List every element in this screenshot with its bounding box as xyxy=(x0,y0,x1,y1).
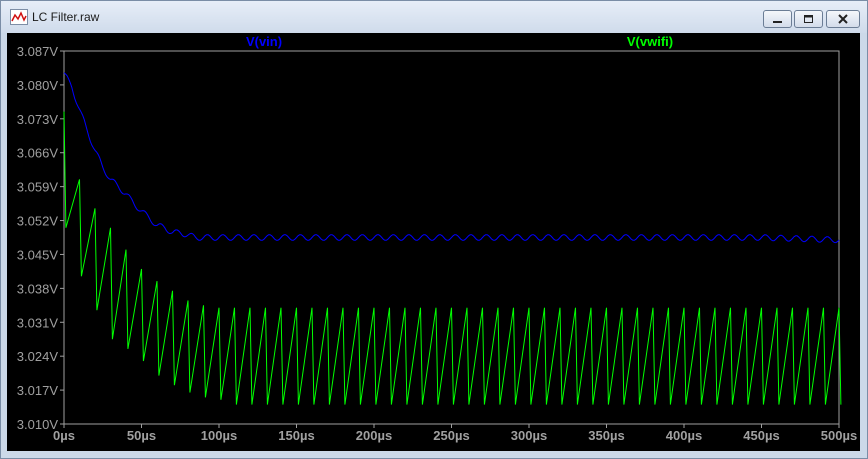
x-tick-label: 400µs xyxy=(666,428,702,443)
y-tick-label: 3.073V xyxy=(17,112,59,127)
trace-label-vin: V(vin) xyxy=(246,34,282,49)
x-tick-label: 0µs xyxy=(53,428,75,443)
app-window: LC Filter.raw 3.087V 3.080V 3.073V 3.066V 3.… xyxy=(0,0,868,459)
plot-pane[interactable]: 3.087V 3.080V 3.073V 3.066V 3.059V 3.052V 3.04… xyxy=(7,33,860,451)
y-tick-label: 3.024V xyxy=(17,349,59,364)
x-tick-label: 500µs xyxy=(821,428,857,443)
y-tick-label: 3.059V xyxy=(17,180,59,195)
y-tick-label: 3.017V xyxy=(17,383,59,398)
y-tick-label: 3.066V xyxy=(17,146,59,161)
x-tick-label: 350µs xyxy=(588,428,624,443)
maximize-button[interactable] xyxy=(794,10,823,28)
y-tick-label: 3.031V xyxy=(17,315,59,330)
trace-label-vwifi: V(vwifi) xyxy=(627,34,673,49)
x-tick-label: 200µs xyxy=(356,428,392,443)
y-tick-label: 3.087V xyxy=(17,44,59,59)
series-vwifi-line xyxy=(63,111,842,405)
x-tick-label: 150µs xyxy=(278,428,314,443)
series-vin-line xyxy=(63,72,840,244)
y-tick-label: 3.080V xyxy=(17,78,59,93)
y-tick-label: 3.052V xyxy=(17,214,59,229)
title-bar[interactable]: LC Filter.raw xyxy=(1,1,867,33)
maximize-icon xyxy=(804,15,813,23)
x-tick-label: 450µs xyxy=(743,428,779,443)
minimize-button[interactable] xyxy=(763,10,792,28)
close-button[interactable] xyxy=(826,10,860,28)
window-title: LC Filter.raw xyxy=(32,10,100,24)
y-tick-label: 3.045V xyxy=(17,247,59,262)
y-tick-label: 3.038V xyxy=(17,281,59,296)
x-tick-label: 300µs xyxy=(511,428,547,443)
x-tick-label: 50µs xyxy=(127,428,156,443)
waveform-icon xyxy=(10,9,28,25)
x-tick-label: 250µs xyxy=(433,428,469,443)
minimize-icon xyxy=(773,21,782,23)
waveform-plot[interactable]: 3.087V 3.080V 3.073V 3.066V 3.059V 3.052V 3.04… xyxy=(7,33,860,451)
x-tick-label: 100µs xyxy=(201,428,237,443)
close-icon xyxy=(838,14,848,24)
